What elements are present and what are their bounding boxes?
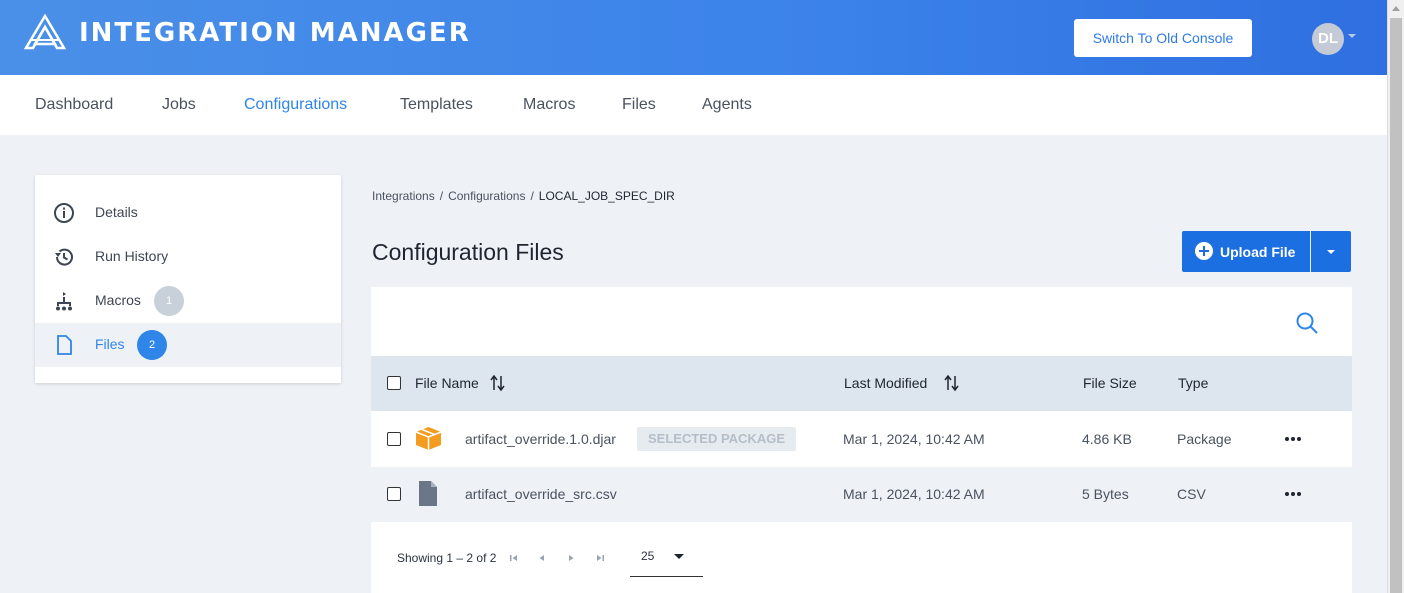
file-size: 5 Bytes	[1082, 486, 1129, 502]
package-icon	[415, 427, 442, 450]
breadcrumb-current: LOCAL_JOB_SPEC_DIR	[538, 189, 675, 203]
user-avatar[interactable]: DL	[1312, 23, 1344, 55]
more-actions-icon[interactable]	[1283, 434, 1305, 444]
macro-icon	[56, 292, 72, 311]
main-nav: Dashboard Jobs Configurations Templates …	[0, 75, 1387, 135]
column-header-last-modified[interactable]: Last Modified	[844, 375, 927, 391]
plus-circle-icon	[1195, 242, 1213, 260]
sort-icon[interactable]	[490, 374, 506, 392]
page-title: Configuration Files	[372, 239, 564, 265]
app-title: INTEGRATION MANAGER	[79, 18, 471, 48]
breadcrumb-integrations[interactable]: Integrations	[372, 189, 435, 203]
file-name[interactable]: artifact_override.1.0.djar	[465, 431, 616, 447]
sidebar-item-run-history[interactable]: Run History	[35, 235, 341, 279]
last-page-icon[interactable]	[594, 552, 606, 564]
sidebar-item-macros[interactable]: Macros 1	[35, 279, 341, 323]
nav-templates[interactable]: Templates	[400, 96, 473, 114]
sort-icon[interactable]	[944, 374, 960, 392]
select-all-checkbox[interactable]	[387, 376, 401, 390]
nav-macros[interactable]: Macros	[523, 96, 575, 114]
history-icon	[55, 248, 73, 266]
scrollbar-thumb[interactable]	[1390, 18, 1402, 593]
upload-options-dropdown-button[interactable]	[1311, 231, 1351, 272]
nav-files[interactable]: Files	[622, 96, 656, 114]
upload-file-button[interactable]: Upload File	[1182, 231, 1310, 272]
row-checkbox[interactable]	[387, 432, 401, 446]
column-header-file-name[interactable]: File Name	[415, 375, 479, 391]
sidebar-card: Details Run History Macros 1 Files 2	[35, 175, 341, 383]
row-checkbox[interactable]	[387, 487, 401, 501]
upload-file-label: Upload File	[1220, 244, 1296, 260]
breadcrumb-configurations[interactable]: Configurations	[448, 189, 525, 203]
document-icon	[419, 481, 437, 506]
file-type: Package	[1177, 431, 1232, 447]
caret-down-icon	[674, 554, 684, 559]
file-size: 4.86 KB	[1082, 431, 1132, 447]
next-page-icon[interactable]	[565, 552, 577, 564]
table-row[interactable]: artifact_override_src.csv Mar 1, 2024, 1…	[371, 467, 1352, 522]
last-modified: Mar 1, 2024, 10:42 AM	[843, 486, 985, 502]
previous-page-icon[interactable]	[536, 552, 548, 564]
pagination-showing: Showing 1 – 2 of 2	[397, 551, 497, 565]
sidebar-item-label: Run History	[95, 248, 169, 264]
column-header-file-size: File Size	[1083, 375, 1137, 391]
scroll-up-icon[interactable]	[1392, 6, 1400, 11]
breadcrumb-separator: /	[439, 189, 444, 203]
nav-configurations[interactable]: Configurations	[244, 96, 347, 114]
sidebar-item-label: Macros	[95, 292, 141, 308]
breadcrumb-separator: /	[530, 189, 534, 203]
file-name[interactable]: artifact_override_src.csv	[465, 486, 617, 502]
app-header: INTEGRATION MANAGER Switch To Old Consol…	[0, 0, 1387, 75]
files-table-card: File Name Last Modified File Size Type a…	[371, 287, 1352, 593]
more-actions-icon[interactable]	[1283, 489, 1305, 499]
nav-jobs[interactable]: Jobs	[162, 96, 196, 114]
column-header-type: Type	[1178, 375, 1209, 391]
table-row[interactable]: artifact_override.1.0.djar SELECTED PACK…	[371, 411, 1352, 466]
breadcrumb: Integrations / Configurations / LOCAL_JOB_SP…	[372, 189, 675, 203]
page-size-value: 25	[641, 549, 655, 563]
nav-agents[interactable]: Agents	[702, 96, 752, 114]
switch-to-old-console-button[interactable]: Switch To Old Console	[1074, 19, 1252, 57]
sidebar-item-details[interactable]: Details	[35, 191, 341, 235]
sidebar-item-label: Details	[95, 204, 138, 220]
files-count-badge: 2	[137, 330, 167, 360]
page-size-select[interactable]: 25	[630, 542, 703, 577]
sidebar-item-files[interactable]: Files 2	[35, 323, 341, 367]
selected-package-tag: SELECTED PACKAGE	[637, 427, 796, 451]
info-icon	[54, 203, 74, 223]
first-page-icon[interactable]	[508, 552, 520, 564]
chevron-down-icon[interactable]	[1348, 34, 1356, 38]
last-modified: Mar 1, 2024, 10:42 AM	[843, 431, 985, 447]
file-icon	[57, 335, 72, 355]
app-logo-icon	[24, 14, 66, 50]
file-type: CSV	[1177, 486, 1206, 502]
macros-count-badge: 1	[154, 286, 184, 316]
sidebar-item-label: Files	[95, 336, 125, 352]
search-icon[interactable]	[1295, 311, 1319, 335]
vertical-scrollbar[interactable]	[1387, 0, 1404, 593]
nav-dashboard[interactable]: Dashboard	[35, 96, 113, 114]
table-header: File Name Last Modified File Size Type	[371, 356, 1352, 411]
